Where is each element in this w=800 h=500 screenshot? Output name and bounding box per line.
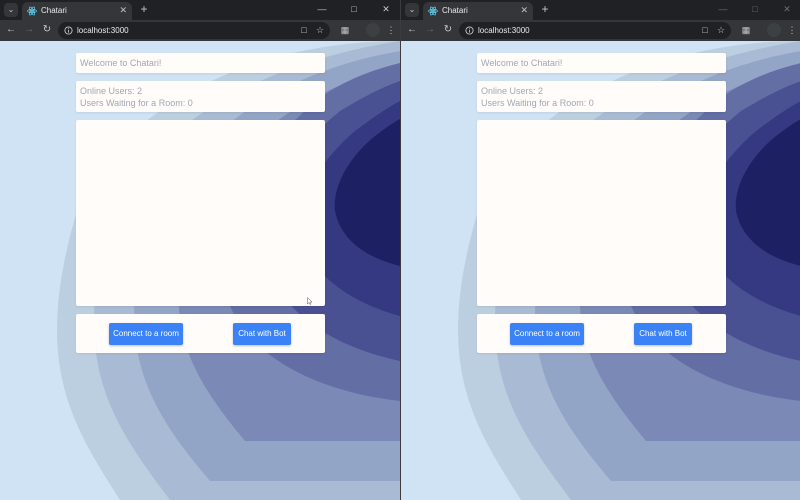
tab-strip: ⌄ Chatari ✕ + — □ ✕: [401, 0, 800, 20]
chat-area[interactable]: [477, 120, 726, 306]
back-icon[interactable]: ←: [405, 23, 419, 37]
reload-icon[interactable]: ↻: [441, 23, 455, 37]
react-icon: [27, 6, 37, 16]
welcome-text: Welcome to Chatari!: [80, 58, 162, 68]
chat-with-bot-button[interactable]: Chat with Bot: [233, 323, 291, 345]
welcome-text: Welcome to Chatari!: [481, 58, 563, 68]
forward-icon[interactable]: →: [22, 23, 36, 37]
address-bar[interactable]: localhost:3000 □ ☆: [459, 22, 731, 39]
tab-title: Chatari: [442, 6, 468, 15]
url-text: localhost:3000: [478, 26, 530, 35]
stats-card: Online Users: 2 Users Waiting for a Room…: [76, 81, 325, 112]
waiting-users-text: Users Waiting for a Room: 0: [80, 98, 193, 108]
page-viewport: Welcome to Chatari! Online Users: 2 User…: [401, 41, 800, 500]
profile-icon[interactable]: [767, 23, 781, 37]
close-icon[interactable]: ✕: [520, 5, 528, 16]
mouse-cursor-icon: [307, 297, 313, 305]
tab-title: Chatari: [41, 6, 67, 15]
site-info-icon[interactable]: [64, 26, 73, 35]
profile-icon[interactable]: [366, 23, 380, 37]
chat-with-bot-button[interactable]: Chat with Bot: [634, 323, 692, 345]
bookmark-star-icon[interactable]: ☆: [314, 24, 326, 36]
new-tab-icon[interactable]: +: [137, 2, 151, 16]
site-info-icon[interactable]: [465, 26, 474, 35]
window-close-icon[interactable]: ✕: [776, 2, 798, 16]
welcome-card: Welcome to Chatari!: [76, 53, 325, 73]
minimize-icon[interactable]: —: [311, 2, 333, 16]
page-viewport: Welcome to Chatari! Online Users: 2 User…: [0, 41, 400, 500]
connect-room-button[interactable]: Connect to a room: [109, 323, 183, 345]
kebab-menu-icon[interactable]: ⋮: [785, 23, 799, 37]
maximize-icon[interactable]: □: [343, 2, 365, 16]
close-icon[interactable]: ✕: [119, 5, 127, 16]
tab-search-icon[interactable]: ⌄: [405, 3, 419, 17]
cast-icon[interactable]: □: [699, 24, 711, 36]
extensions-icon[interactable]: ▦: [338, 23, 352, 37]
browser-toolbar: ← → ↻ localhost:3000 □ ☆ ▦ ⋮: [0, 20, 400, 41]
tab-search-icon[interactable]: ⌄: [4, 3, 18, 17]
stats-card: Online Users: 2 Users Waiting for a Room…: [477, 81, 726, 112]
desktop: ⌄ Chatari ✕ + — □ ✕ ← → ↻ localhost:3000…: [0, 0, 800, 500]
kebab-menu-icon[interactable]: ⋮: [384, 23, 398, 37]
cast-icon[interactable]: □: [298, 24, 310, 36]
minimize-icon[interactable]: —: [712, 2, 734, 16]
back-icon[interactable]: ←: [4, 23, 18, 37]
connect-room-button[interactable]: Connect to a room: [510, 323, 584, 345]
tab-chatari[interactable]: Chatari ✕: [22, 2, 132, 20]
waiting-users-text: Users Waiting for a Room: 0: [481, 98, 594, 108]
actions-card: Connect to a room Chat with Bot: [477, 314, 726, 353]
maximize-icon[interactable]: □: [744, 2, 766, 16]
react-icon: [428, 6, 438, 16]
forward-icon[interactable]: →: [423, 23, 437, 37]
address-bar[interactable]: localhost:3000 □ ☆: [58, 22, 330, 39]
tab-chatari[interactable]: Chatari ✕: [423, 2, 533, 20]
welcome-card: Welcome to Chatari!: [477, 53, 726, 73]
new-tab-icon[interactable]: +: [538, 2, 552, 16]
actions-card: Connect to a room Chat with Bot: [76, 314, 325, 353]
browser-toolbar: ← → ↻ localhost:3000 □ ☆ ▦ ⋮: [401, 20, 800, 41]
bookmark-star-icon[interactable]: ☆: [715, 24, 727, 36]
chat-area[interactable]: [76, 120, 325, 306]
browser-window-left: ⌄ Chatari ✕ + — □ ✕ ← → ↻ localhost:3000…: [0, 0, 400, 500]
window-close-icon[interactable]: ✕: [375, 2, 397, 16]
online-users-text: Online Users: 2: [80, 86, 143, 96]
extensions-icon[interactable]: ▦: [739, 23, 753, 37]
online-users-text: Online Users: 2: [481, 86, 544, 96]
url-text: localhost:3000: [77, 26, 129, 35]
browser-window-right: ⌄ Chatari ✕ + — □ ✕ ← → ↻ localhost:3000…: [400, 0, 800, 500]
reload-icon[interactable]: ↻: [40, 23, 54, 37]
tab-strip: ⌄ Chatari ✕ + — □ ✕: [0, 0, 400, 20]
